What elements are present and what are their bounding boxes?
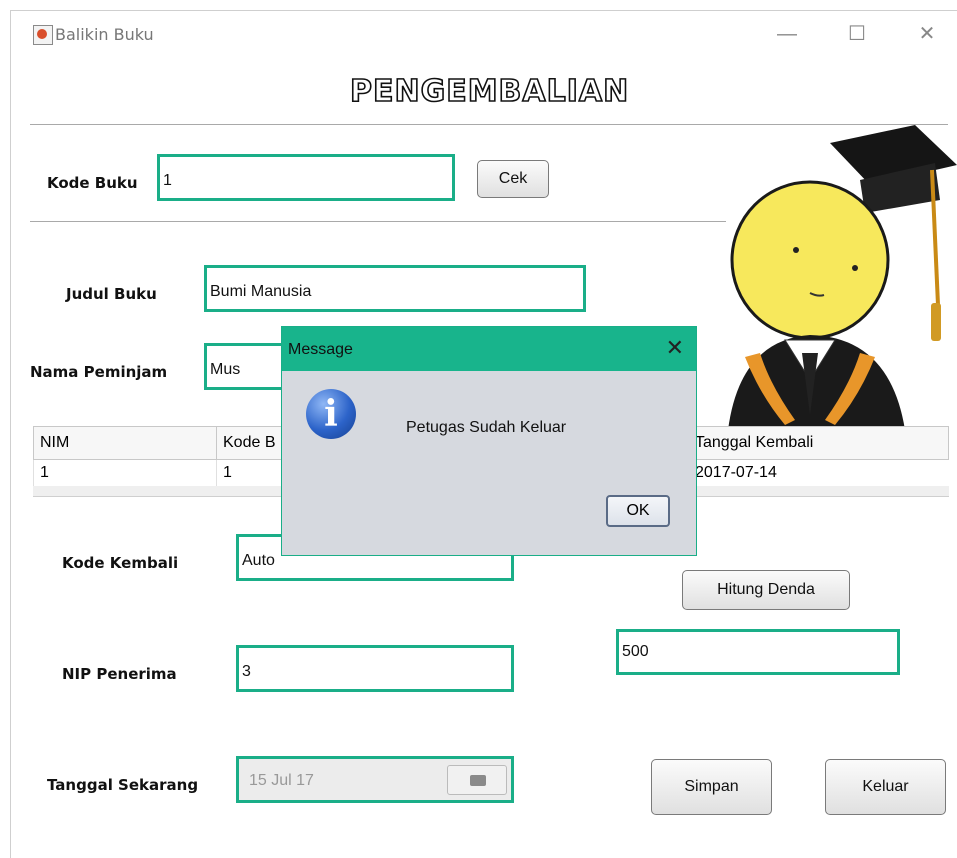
column-header-tanggal-kembali[interactable]: Tanggal Kembali [688, 426, 949, 460]
cek-button[interactable]: Cek [477, 160, 549, 198]
nip-penerima-label: NIP Penerima [62, 665, 177, 683]
maximize-button[interactable]: ☐ [839, 19, 875, 49]
tanggal-sekarang-label: Tanggal Sekarang [47, 776, 199, 794]
table-cell[interactable]: 1 [33, 459, 217, 486]
message-dialog: Message ✕ i Petugas Sudah Keluar OK [281, 326, 697, 556]
close-button[interactable]: ✕ [909, 19, 945, 49]
page-title: PENGEMBALIAN [349, 73, 630, 110]
dialog-close-icon[interactable]: ✕ [666, 335, 684, 361]
info-icon: i [306, 389, 356, 439]
kode-kembali-label: Kode Kembali [62, 554, 179, 572]
dialog-title-bar: Message ✕ [282, 327, 696, 371]
ok-button[interactable]: OK [606, 495, 670, 527]
kode-buku-label: Kode Buku [47, 174, 138, 192]
nip-penerima-input[interactable]: 3 [236, 645, 514, 692]
keluar-button[interactable]: Keluar [825, 759, 946, 815]
hitung-denda-button[interactable]: Hitung Denda [682, 570, 850, 610]
table-cell[interactable]: 2017-07-14 [688, 459, 949, 486]
graduate-mascot-illustration [728, 125, 957, 430]
window-title: Balikin Buku [55, 25, 154, 44]
judul-buku-input[interactable]: Bumi Manusia [204, 265, 586, 312]
java-app-icon [33, 25, 53, 45]
judul-buku-label: Judul Buku [66, 285, 157, 303]
calendar-icon [470, 775, 486, 786]
dialog-title: Message [288, 341, 353, 358]
calendar-button[interactable] [447, 765, 507, 795]
nama-peminjam-label: Nama Peminjam [30, 363, 168, 381]
title-bar: Balikin Buku — ☐ ✕ [11, 11, 957, 57]
denda-field[interactable]: 500 [616, 629, 900, 675]
simpan-button[interactable]: Simpan [651, 759, 772, 815]
date-picker[interactable]: 15 Jul 17 [236, 756, 514, 803]
section-divider [30, 221, 726, 222]
dialog-message: Petugas Sudah Keluar [406, 419, 567, 436]
date-value: 15 Jul 17 [249, 772, 314, 789]
minimize-button[interactable]: — [769, 19, 805, 49]
column-header-nim[interactable]: NIM [33, 426, 217, 460]
kode-buku-input[interactable]: 1 [157, 154, 455, 201]
